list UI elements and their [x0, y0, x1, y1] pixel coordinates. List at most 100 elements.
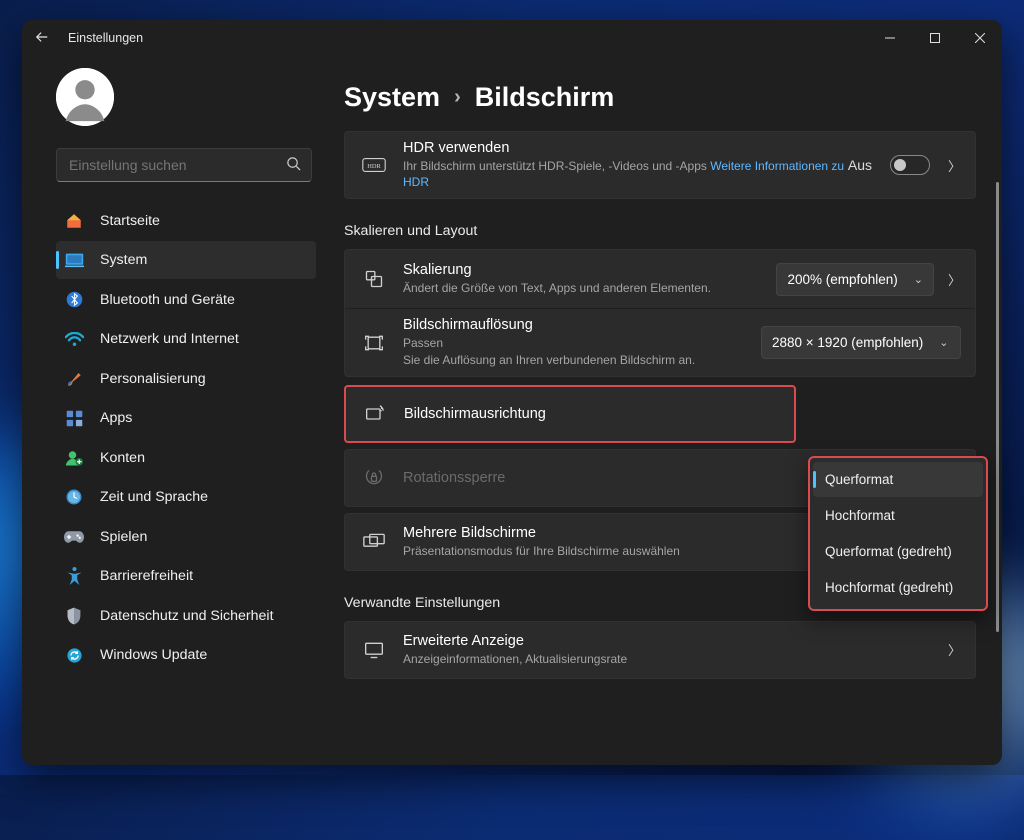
- page-content: System › Bildschirm HDR HDR verwenden Ih…: [324, 56, 1002, 765]
- settings-window: Einstellungen Startseite: [22, 20, 1002, 765]
- orientation-menu[interactable]: Querformat Hochformat Querformat (gedreh…: [808, 456, 988, 611]
- sidebar-item-personalization[interactable]: Personalisierung: [56, 360, 316, 398]
- sidebar-item-label: Barrierefreiheit: [100, 568, 306, 584]
- sidebar-item-label: Startseite: [100, 213, 306, 229]
- sidebar-item-system[interactable]: System: [56, 241, 316, 279]
- orientation-option-landscape-flipped[interactable]: Querformat (gedreht): [813, 534, 983, 569]
- search-icon: [286, 156, 301, 174]
- advanced-sub: Anzeigeinformationen, Aktualisierungsrat…: [403, 651, 948, 667]
- breadcrumb-root[interactable]: System: [344, 82, 440, 113]
- sidebar-item-accessibility[interactable]: Barrierefreiheit: [56, 557, 316, 595]
- sidebar-item-label: Netzwerk und Internet: [100, 331, 306, 347]
- sidebar-item-privacy[interactable]: Datenschutz und Sicherheit: [56, 597, 316, 635]
- sidebar-item-windows-update[interactable]: Windows Update: [56, 636, 316, 674]
- maximize-button[interactable]: [912, 20, 957, 56]
- resolution-card[interactable]: Bildschirmauflösung Passen Sie die Auflö…: [345, 308, 975, 375]
- sidebar-item-network[interactable]: Netzwerk und Internet: [56, 320, 316, 358]
- resolution-title: Bildschirmauflösung: [403, 317, 761, 333]
- search-box[interactable]: [56, 148, 312, 182]
- advanced-display-card[interactable]: Erweiterte Anzeige Anzeigeinformationen,…: [344, 621, 976, 679]
- sidebar-item-label: Konten: [100, 450, 306, 466]
- account-icon: [62, 448, 86, 468]
- sidebar-item-label: Datenschutz und Sicherheit: [100, 608, 306, 624]
- orientation-option-portrait-flipped[interactable]: Hochformat (gedreht): [813, 570, 983, 605]
- breadcrumb: System › Bildschirm: [344, 82, 976, 113]
- gamepad-icon: [62, 527, 86, 547]
- sidebar-item-accounts[interactable]: Konten: [56, 439, 316, 477]
- sidebar-item-time-language[interactable]: Zeit und Sprache: [56, 478, 316, 516]
- scrollbar[interactable]: [995, 182, 999, 765]
- resolution-sub: Passen Sie die Auflösung an Ihren verbun…: [403, 335, 761, 367]
- sidebar-item-label: Spielen: [100, 529, 306, 545]
- monitor-icon: [359, 641, 389, 659]
- hdr-toggle-label: Aus: [848, 157, 872, 173]
- sidebar-item-label: Zeit und Sprache: [100, 489, 306, 505]
- chevron-right-icon[interactable]: 〉: [948, 270, 961, 289]
- scaling-sub: Ändert die Größe von Text, Apps und ande…: [403, 280, 776, 296]
- orientation-option-label: Querformat: [825, 472, 893, 487]
- orientation-option-label: Hochformat (gedreht): [825, 580, 953, 595]
- breadcrumb-leaf: Bildschirm: [475, 82, 615, 113]
- chevron-right-icon: ›: [454, 86, 461, 109]
- brush-icon: [62, 369, 86, 389]
- resolution-dropdown[interactable]: 2880 × 1920 (empfohlen) ⌄: [761, 326, 961, 359]
- hdr-sub: Ihr Bildschirm unterstützt HDR-Spiele, -…: [403, 158, 848, 190]
- sidebar-item-apps[interactable]: Apps: [56, 399, 316, 437]
- apps-icon: [62, 408, 86, 428]
- user-profile[interactable]: [22, 62, 324, 126]
- system-icon: [62, 250, 86, 270]
- search-input[interactable]: [69, 157, 286, 173]
- chevron-down-icon: ⌄: [914, 273, 923, 286]
- hdr-icon: HDR: [359, 157, 389, 173]
- sidebar-item-label: System: [100, 252, 306, 268]
- window-controls: [867, 20, 1002, 56]
- titlebar: Einstellungen: [22, 20, 1002, 56]
- hdr-toggle[interactable]: [890, 155, 930, 175]
- hdr-title: HDR verwenden: [403, 140, 848, 156]
- scrollbar-thumb[interactable]: [996, 182, 999, 632]
- section-scale-layout: Skalieren und Layout: [344, 223, 976, 239]
- back-button[interactable]: [32, 30, 52, 47]
- resolution-value: 2880 × 1920 (empfohlen): [772, 335, 923, 350]
- sidebar-item-label: Windows Update: [100, 647, 306, 663]
- scale-icon: [359, 269, 389, 289]
- sidebar-item-label: Personalisierung: [100, 371, 306, 387]
- orientation-title: Bildschirmausrichtung: [404, 406, 780, 422]
- multi-monitor-icon: [359, 533, 389, 551]
- orientation-option-label: Querformat (gedreht): [825, 544, 952, 559]
- orientation-icon: [360, 404, 390, 424]
- main-panel: System › Bildschirm HDR HDR verwenden Ih…: [324, 56, 1002, 765]
- scaling-value: 200% (empfohlen): [787, 272, 897, 287]
- resolution-icon: [359, 333, 389, 353]
- svg-text:HDR: HDR: [367, 163, 381, 170]
- orientation-option-landscape[interactable]: Querformat: [813, 462, 983, 497]
- sidebar-nav: Startseite System Bluetooth und Geräte N…: [22, 200, 324, 676]
- sidebar: Startseite System Bluetooth und Geräte N…: [22, 56, 324, 765]
- sidebar-item-bluetooth[interactable]: Bluetooth und Geräte: [56, 281, 316, 319]
- sidebar-item-label: Bluetooth und Geräte: [100, 292, 306, 308]
- rotation-lock-icon: [359, 468, 389, 488]
- shield-icon: [62, 606, 86, 626]
- wifi-icon: [62, 329, 86, 349]
- orientation-card[interactable]: Bildschirmausrichtung: [344, 385, 796, 443]
- sidebar-item-gaming[interactable]: Spielen: [56, 518, 316, 556]
- scaling-dropdown[interactable]: 200% (empfohlen) ⌄: [776, 263, 934, 296]
- clock-icon: [62, 487, 86, 507]
- home-icon: [62, 211, 86, 231]
- chevron-right-icon[interactable]: 〉: [948, 640, 961, 659]
- scaling-card[interactable]: Skalierung Ändert die Größe von Text, Ap…: [345, 250, 975, 308]
- update-icon: [62, 645, 86, 665]
- chevron-right-icon[interactable]: 〉: [948, 156, 961, 175]
- window-title: Einstellungen: [68, 31, 143, 45]
- sidebar-item-label: Apps: [100, 410, 306, 426]
- chevron-down-icon: ⌄: [939, 336, 948, 349]
- sidebar-item-home[interactable]: Startseite: [56, 202, 316, 240]
- close-button[interactable]: [957, 20, 1002, 56]
- hdr-card[interactable]: HDR HDR verwenden Ihr Bildschirm unterst…: [344, 131, 976, 199]
- advanced-title: Erweiterte Anzeige: [403, 633, 948, 649]
- minimize-button[interactable]: [867, 20, 912, 56]
- orientation-option-label: Hochformat: [825, 508, 895, 523]
- bluetooth-icon: [62, 290, 86, 310]
- orientation-option-portrait[interactable]: Hochformat: [813, 498, 983, 533]
- accessibility-icon: [62, 566, 86, 586]
